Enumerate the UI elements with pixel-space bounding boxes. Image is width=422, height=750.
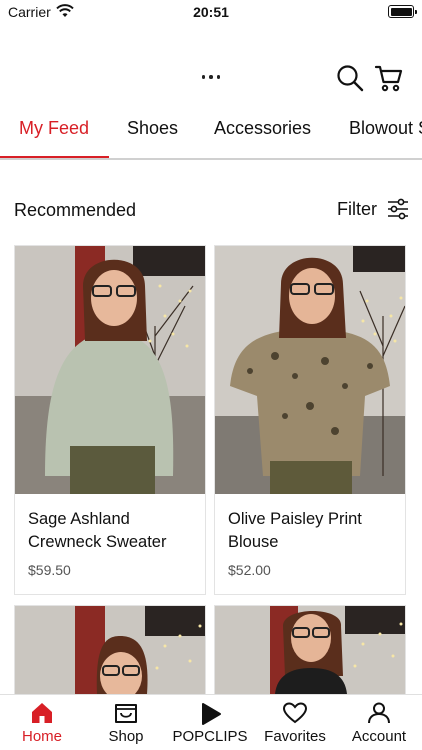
tab-accessories[interactable]: Accessories xyxy=(214,118,311,139)
battery-icon xyxy=(388,5,417,18)
product-card[interactable] xyxy=(14,605,206,694)
category-tabs: My Feed Shoes Accessories Blowout S xyxy=(0,108,422,160)
section-title: Recommended xyxy=(14,200,137,220)
product-image[interactable] xyxy=(215,606,405,694)
product-card[interactable]: Sage Ashland Crewneck Sweater $59.50 xyxy=(14,245,206,595)
product-name[interactable]: Olive Paisley Print Blouse xyxy=(228,508,398,554)
nav-account-label: Account xyxy=(351,728,407,745)
status-bar: Carrier 20:51 xyxy=(0,0,422,24)
product-name[interactable]: Sage Ashland Crewneck Sweater xyxy=(28,508,198,554)
person-icon xyxy=(368,702,390,724)
product-price: $59.50 xyxy=(28,562,71,578)
play-icon xyxy=(202,703,221,725)
nav-popclips[interactable]: POPCLIPS xyxy=(168,701,252,745)
nav-account[interactable]: Account xyxy=(337,701,421,745)
product-image[interactable] xyxy=(15,606,205,694)
tab-shoes[interactable]: Shoes xyxy=(127,118,178,139)
nav-favorites[interactable]: Favorites xyxy=(253,701,337,745)
status-time: 20:51 xyxy=(193,4,229,20)
nav-shop-label: Shop xyxy=(108,728,144,745)
product-image[interactable] xyxy=(215,246,405,494)
active-tab-indicator xyxy=(0,156,109,158)
tab-my-feed[interactable]: My Feed xyxy=(19,118,89,139)
product-card[interactable] xyxy=(214,605,406,694)
nav-home[interactable]: Home xyxy=(0,701,84,745)
nav-home-label: Home xyxy=(21,728,62,745)
heart-icon xyxy=(282,702,308,724)
product-price: $52.00 xyxy=(228,562,271,578)
filter-button[interactable]: Filter xyxy=(337,198,409,220)
product-image[interactable] xyxy=(15,246,205,494)
cart-icon[interactable] xyxy=(374,63,404,93)
home-icon xyxy=(32,703,52,723)
filter-label: Filter xyxy=(337,198,377,219)
nav-favorites-label: Favorites xyxy=(264,728,326,745)
shop-icon xyxy=(115,704,137,723)
nav-popclips-label: POPCLIPS xyxy=(172,728,248,745)
product-card[interactable]: Olive Paisley Print Blouse $52.00 xyxy=(214,245,406,595)
nav-shop[interactable]: Shop xyxy=(84,701,168,745)
more-icon[interactable] xyxy=(196,64,226,90)
sliders-icon xyxy=(388,198,408,220)
bottom-navigation: Home Shop POPCLIPS Favorites Account xyxy=(0,694,422,750)
search-icon[interactable] xyxy=(336,64,364,92)
tab-blowout[interactable]: Blowout S xyxy=(349,118,422,139)
